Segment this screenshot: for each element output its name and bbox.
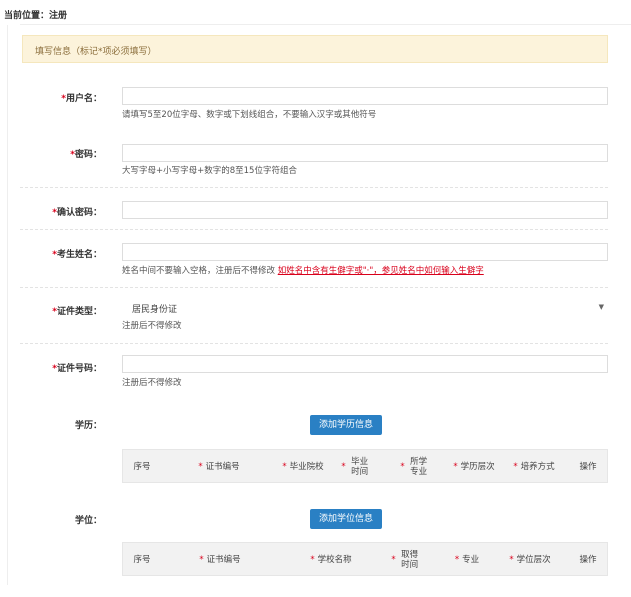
column-header: * 证书编号 [173, 450, 265, 484]
breadcrumb: 当前位置：注册 [4, 11, 68, 21]
divider [20, 229, 608, 230]
id-number-input[interactable] [122, 355, 608, 373]
confirm-password-label: *确认密码： [52, 208, 102, 218]
education-table-header: 序号 * 证书编号 * 毕业院校 * 毕业时间 * 所学专业 * 学历层次 * 培养方式 操作 [122, 449, 608, 483]
column-header-text: 序号 [133, 555, 151, 565]
column-header: 操作 [571, 543, 605, 577]
column-header-text: 所学专业 [410, 457, 428, 477]
password-hint: 大写字母+小写字母+数字的8至15位字符组合 [122, 166, 297, 176]
required-star: * [310, 555, 315, 565]
column-header: 序号 [123, 450, 161, 484]
required-star: * [282, 462, 287, 472]
column-header: * 培养方式 [505, 450, 563, 484]
column-header: * 专业 [446, 543, 488, 577]
column-header-text: 毕业时间 [351, 457, 369, 477]
chevron-down-icon: ▼ [598, 303, 604, 311]
confirm-password-input[interactable] [122, 201, 608, 219]
password-label: *密码： [70, 150, 102, 160]
id-type-select[interactable]: 居民身份证 ▼ [122, 300, 608, 318]
column-header-text: 操作 [579, 462, 597, 472]
id-number-label: *证件号码： [52, 364, 102, 374]
add-education-button[interactable]: 添加学历信息 [310, 415, 382, 435]
add-degree-button[interactable]: 添加学位信息 [310, 509, 382, 529]
column-header: 序号 [123, 543, 161, 577]
degree-table-header: 序号 * 证书编号 * 学校名称 * 取得时间 * 专业 * 学位层次 操作 [122, 542, 608, 576]
required-star: * [341, 462, 346, 472]
column-header: * 取得时间 [385, 543, 427, 577]
breadcrumb-divider [20, 24, 631, 25]
divider [20, 343, 608, 344]
required-star: * [513, 462, 518, 472]
column-header-text: 学校名称 [317, 555, 352, 565]
username-input[interactable] [122, 87, 608, 105]
notice-box: 填写信息（标记*项必须填写） [22, 35, 608, 63]
column-header: * 证书编号 [185, 543, 255, 577]
required-star: * [400, 462, 405, 472]
divider [20, 187, 608, 188]
password-input[interactable] [122, 144, 608, 162]
id-type-label: *证件类型： [52, 307, 102, 317]
column-header-text: 取得时间 [401, 550, 419, 570]
id-type-hint: 注册后不得修改 [122, 321, 182, 331]
column-header-text: 专业 [462, 555, 480, 565]
column-header-text: 操作 [579, 555, 597, 565]
column-header-text: 学位层次 [516, 555, 551, 565]
column-header-text: 学历层次 [460, 462, 495, 472]
required-star: * [454, 555, 460, 565]
column-header: * 毕业时间 [338, 450, 374, 484]
required-star: * [509, 555, 514, 565]
degree-label: 学位： [74, 516, 102, 526]
divider [20, 287, 608, 288]
username-hint: 请填写5至20位字母、数字或下划线组合，不要输入汉字或其他符号 [122, 110, 377, 120]
column-header-text: 培养方式 [520, 462, 555, 472]
name-input[interactable] [122, 243, 608, 261]
column-header: 操作 [571, 450, 605, 484]
column-header: * 所学专业 [396, 450, 434, 484]
column-header-text: 毕业院校 [289, 462, 324, 472]
left-border [7, 25, 8, 585]
column-header: * 学校名称 [301, 543, 361, 577]
id-number-hint: 注册后不得修改 [122, 378, 182, 388]
name-label: *考生姓名： [52, 250, 102, 260]
name-hint: 姓名中间不要输入空格，注册后不得修改 如姓名中含有生僻字或"·"，参见姓名中如何… [122, 266, 484, 276]
column-header: * 学历层次 [449, 450, 499, 484]
username-label: *用户名： [61, 94, 102, 104]
required-star: * [453, 462, 458, 472]
column-header: * 毕业院校 [273, 450, 333, 484]
required-star: * [391, 555, 396, 565]
column-header-text: 证书编号 [206, 555, 241, 565]
notice-text: 填写信息（标记*项必须填写） [35, 47, 157, 57]
id-type-value: 居民身份证 [132, 305, 178, 315]
required-star: * [199, 555, 204, 565]
rare-char-help-link[interactable]: 如姓名中含有生僻字或"·"，参见姓名中如何输入生僻字 [278, 266, 484, 276]
column-header-text: 序号 [133, 462, 151, 472]
column-header-text: 证书编号 [205, 462, 240, 472]
required-star: * [198, 462, 203, 472]
column-header: * 学位层次 [501, 543, 559, 577]
education-label: 学历： [74, 421, 102, 431]
